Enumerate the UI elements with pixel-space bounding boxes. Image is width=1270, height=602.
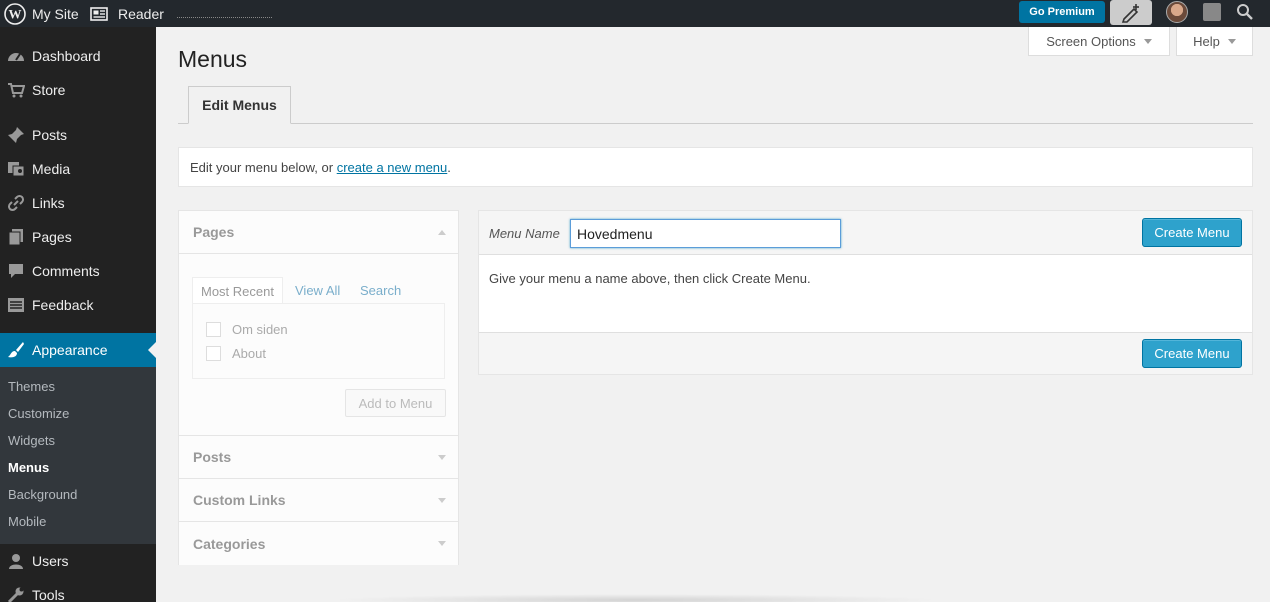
create-menu-button-bottom[interactable]: Create Menu — [1142, 339, 1242, 368]
link-icon — [0, 194, 32, 212]
submenu-item-background[interactable]: Background — [8, 487, 77, 502]
notice-suffix: . — [447, 159, 451, 175]
user-icon — [0, 553, 32, 569]
tab-search[interactable]: Search — [352, 277, 409, 304]
sidebar-item-appearance[interactable]: Appearance — [0, 333, 156, 367]
accordion-posts-title: Posts — [193, 449, 232, 465]
screen-options-button[interactable]: Screen Options — [1028, 27, 1170, 56]
admin-sidebar: Dashboard Store Posts Media Links Pages … — [0, 27, 156, 602]
sidebar-item-feedback[interactable]: Feedback — [0, 288, 156, 322]
screen-options-label: Screen Options — [1046, 33, 1136, 49]
wrench-icon — [0, 586, 32, 602]
sidebar-item-dashboard[interactable]: Dashboard — [0, 39, 156, 73]
pages-list: Om siden About — [192, 303, 445, 379]
tab-divider — [178, 123, 1253, 124]
chevron-down-icon — [1143, 38, 1152, 44]
accordion-custom-links-title: Custom Links — [193, 492, 286, 508]
accordion-categories-title: Categories — [193, 535, 266, 552]
new-post-icon[interactable] — [1110, 0, 1152, 25]
help-button[interactable]: Help — [1176, 27, 1253, 56]
menu-instruction-text: Give your menu a name above, then click … — [489, 271, 811, 286]
feedback-icon — [0, 297, 32, 313]
accordion-pages-title: Pages — [193, 224, 235, 240]
pin-icon — [0, 126, 32, 144]
admin-bar: W My Site Reader Go Premium — [0, 0, 1270, 27]
accordion-custom-links-header[interactable]: Custom Links — [179, 479, 458, 522]
help-label: Help — [1193, 33, 1220, 49]
page-label: Om siden — [232, 322, 288, 337]
list-item[interactable]: Om siden — [206, 322, 288, 337]
create-menu-button[interactable]: Create Menu — [1142, 218, 1242, 247]
menu-name-label: Menu Name — [489, 226, 560, 241]
menu-editor-header: Menu Name Create Menu — [479, 211, 1252, 255]
dashboard-icon — [0, 48, 32, 64]
chevron-down-icon — [1227, 38, 1236, 44]
search-icon[interactable] — [1235, 2, 1255, 22]
sidebar-item-links[interactable]: Links — [0, 186, 156, 220]
pages-icon — [0, 228, 32, 246]
create-new-menu-link[interactable]: create a new menu — [337, 160, 448, 175]
add-menu-items-accordion: Pages Most Recent View All Search Om sid… — [178, 210, 459, 565]
accordion-pages-header[interactable]: Pages — [179, 211, 458, 254]
page-checkbox[interactable] — [206, 346, 221, 361]
comment-icon — [0, 263, 32, 279]
chevron-down-icon — [438, 541, 446, 546]
chevron-up-icon — [438, 230, 446, 235]
my-site-link[interactable]: My Site — [32, 0, 79, 27]
chevron-down-icon — [438, 455, 446, 460]
appearance-submenu: Themes Customize Widgets Menus Backgroun… — [0, 367, 156, 544]
go-premium-button[interactable]: Go Premium — [1019, 1, 1105, 23]
edit-menu-notice: Edit your menu below, or create a new me… — [178, 147, 1253, 187]
list-item[interactable]: About — [206, 346, 266, 361]
sidebar-item-pages[interactable]: Pages — [0, 220, 156, 254]
add-to-menu-button[interactable]: Add to Menu — [345, 389, 446, 417]
page-checkbox[interactable] — [206, 322, 221, 337]
adminbar-divider — [177, 17, 272, 18]
sidebar-item-store[interactable]: Store — [0, 73, 156, 107]
submenu-item-widgets[interactable]: Widgets — [8, 433, 55, 448]
reader-icon[interactable] — [90, 0, 108, 27]
submenu-item-themes[interactable]: Themes — [8, 379, 55, 394]
menu-name-input[interactable] — [570, 219, 841, 248]
pages-panel: Most Recent View All Search Om siden Abo… — [179, 254, 458, 436]
chevron-down-icon — [438, 498, 446, 503]
tab-edit-menus[interactable]: Edit Menus — [188, 86, 291, 124]
media-icon — [0, 161, 32, 177]
submenu-item-mobile[interactable]: Mobile — [8, 514, 46, 529]
sidebar-item-posts[interactable]: Posts — [0, 118, 156, 152]
reader-link[interactable]: Reader — [118, 0, 164, 27]
sidebar-item-comments[interactable]: Comments — [0, 254, 156, 288]
sidebar-item-users[interactable]: Users — [0, 544, 156, 578]
menu-editor-panel: Menu Name Create Menu Give your menu a n… — [478, 210, 1253, 375]
svg-text:W: W — [9, 6, 22, 21]
wordpress-logo-icon[interactable]: W — [4, 0, 26, 27]
brush-icon — [0, 341, 32, 359]
notifications-icon[interactable] — [1203, 3, 1221, 21]
submenu-item-customize[interactable]: Customize — [8, 406, 69, 421]
avatar[interactable] — [1166, 1, 1188, 23]
menu-editor-footer: Create Menu — [479, 332, 1252, 374]
submenu-item-menus[interactable]: Menus — [8, 460, 49, 475]
page-label: About — [232, 346, 266, 361]
accordion-posts-header[interactable]: Posts — [179, 436, 458, 479]
notice-text: Edit your menu below, or — [190, 159, 337, 175]
footer-shadow — [330, 594, 940, 602]
sidebar-item-media[interactable]: Media — [0, 152, 156, 186]
accordion-categories-header[interactable]: Categories — [179, 522, 458, 565]
page-title: Menus — [178, 46, 248, 72]
sidebar-item-tools[interactable]: Tools — [0, 578, 156, 602]
cart-icon — [0, 82, 32, 98]
tab-view-all[interactable]: View All — [287, 277, 348, 304]
tab-most-recent[interactable]: Most Recent — [192, 277, 283, 304]
